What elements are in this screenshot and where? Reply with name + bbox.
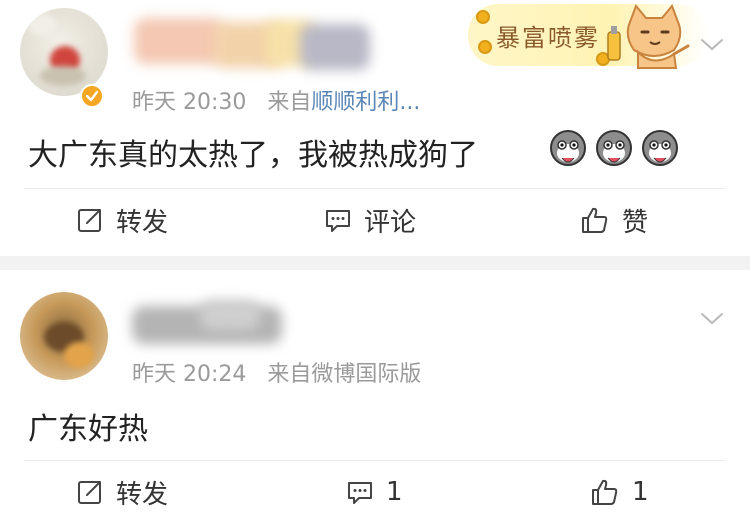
like-button[interactable]: 1 <box>590 462 649 522</box>
source-prefix: 来自 <box>267 90 312 115</box>
repost-label: 转发 <box>116 207 169 238</box>
comment-button[interactable]: 评论 <box>324 190 416 250</box>
action-bar: 转发 1 1 <box>0 462 750 522</box>
weibo-post: 暴富喷雾 昨天 20:30 来自顺顺利利... 大广东真的太热了，我被热成狗了 <box>0 0 750 256</box>
husky-emoji-icon <box>596 130 632 166</box>
comment-button[interactable]: 1 <box>346 462 403 522</box>
repost-button[interactable]: 转发 <box>76 190 168 250</box>
repost-label: 转发 <box>116 479 169 510</box>
divider <box>24 188 726 189</box>
post-content: 广东好热 <box>28 404 148 448</box>
post-content: 大广东真的太热了，我被热成狗了 <box>28 130 478 174</box>
thumbs-up-icon <box>592 479 618 505</box>
chevron-down-icon[interactable] <box>700 38 724 52</box>
husky-emoji-icon <box>642 130 678 166</box>
action-bar: 转发 评论 赞 <box>0 190 750 250</box>
source-link[interactable]: 微博国际版 <box>311 362 421 387</box>
divider <box>24 460 726 461</box>
coin-icon <box>478 40 492 54</box>
comment-icon <box>348 482 372 504</box>
thumbs-up-icon <box>582 207 608 233</box>
timestamp: 昨天 20:30 <box>132 90 247 115</box>
coin-icon <box>476 10 490 24</box>
post-meta: 昨天 20:30 来自顺顺利利... <box>132 84 420 116</box>
like-count: 1 <box>632 477 649 507</box>
avatar[interactable] <box>20 292 108 380</box>
weibo-post: 昨天 20:24 来自微博国际版 广东好热 转发 1 1 <box>0 270 750 531</box>
badge-text: 暴富喷雾 <box>496 24 600 52</box>
husky-emoji-icon <box>550 130 586 166</box>
post-text: 广东好热 <box>28 412 148 447</box>
avatar[interactable] <box>20 8 108 96</box>
chevron-down-icon[interactable] <box>700 312 724 326</box>
repost-icon <box>78 481 101 504</box>
source-link[interactable]: 顺顺利利... <box>311 90 420 115</box>
like-button[interactable]: 赞 <box>580 190 648 250</box>
cat-spray-icon <box>607 4 690 69</box>
repost-button[interactable]: 转发 <box>76 462 168 522</box>
husky-emoji-row <box>550 130 678 166</box>
post-separator <box>0 256 750 270</box>
repost-icon <box>78 209 101 232</box>
post-text: 大广东真的太热了，我被热成狗了 <box>28 138 478 173</box>
comment-icon <box>326 210 350 232</box>
post-meta: 昨天 20:24 来自微博国际版 <box>132 356 421 388</box>
comment-count: 1 <box>386 477 403 507</box>
like-label: 赞 <box>622 207 649 238</box>
timestamp: 昨天 20:24 <box>132 362 247 387</box>
verified-badge-icon <box>80 84 104 108</box>
source-prefix: 来自 <box>267 362 312 387</box>
comment-label: 评论 <box>364 207 417 238</box>
